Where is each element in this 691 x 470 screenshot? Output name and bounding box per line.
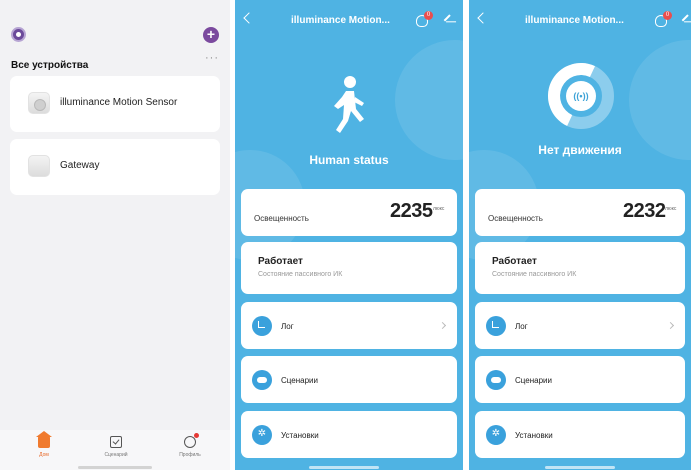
background-decoration bbox=[395, 40, 463, 160]
chevron-right-icon bbox=[438, 321, 447, 330]
sensor-detail-screen-2: illuminance Motion... 0 ((•)) Нет движен… bbox=[469, 0, 691, 470]
detail-header: illuminance Motion... 0 bbox=[235, 11, 463, 32]
toggle-icon bbox=[252, 370, 272, 390]
nav-label: Профиль bbox=[179, 452, 201, 458]
gear-icon bbox=[486, 425, 506, 445]
walking-person-icon bbox=[334, 76, 364, 133]
row-label: Сценарии bbox=[515, 376, 552, 385]
nav-label: Дом bbox=[39, 452, 49, 458]
device-card-motion-sensor[interactable]: illuminance Motion Sensor bbox=[10, 76, 220, 132]
chevron-right-icon bbox=[666, 321, 675, 330]
home-icon bbox=[36, 431, 52, 448]
settings-row[interactable]: Установки bbox=[475, 411, 685, 458]
back-arrow-icon[interactable] bbox=[477, 12, 489, 24]
nav-label: Сценарий bbox=[104, 452, 128, 458]
device-title: illuminance Motion... bbox=[525, 15, 624, 26]
detail-header: illuminance Motion... 0 bbox=[469, 11, 691, 32]
clock-icon bbox=[252, 316, 272, 336]
illuminance-card: Освещенность 2235 люкс bbox=[241, 189, 457, 236]
home-indicator bbox=[309, 466, 379, 469]
pir-status-subtitle: Состояние пассивного ИК bbox=[492, 271, 577, 278]
scenarios-row[interactable]: Сценарии bbox=[241, 356, 457, 403]
row-label: Сценарии bbox=[281, 376, 318, 385]
gear-icon bbox=[252, 425, 272, 445]
gateway-thumbnail bbox=[28, 155, 50, 177]
clock-icon bbox=[486, 316, 506, 336]
settings-row[interactable]: Установки bbox=[241, 411, 457, 458]
section-title: Все устройства bbox=[11, 60, 89, 71]
pir-status-card: Работает Состояние пассивного ИК bbox=[475, 242, 685, 294]
edit-pencil-icon[interactable] bbox=[443, 14, 451, 22]
home-header: + bbox=[11, 24, 219, 46]
notification-bulb-icon[interactable]: 0 bbox=[416, 11, 433, 27]
illuminance-unit: люкс bbox=[433, 206, 445, 212]
motion-sensor-thumbnail bbox=[28, 92, 50, 114]
nav-item-scenes[interactable]: Сценарий bbox=[86, 436, 146, 458]
row-label: Лог bbox=[515, 322, 528, 331]
device-name: illuminance Motion Sensor bbox=[60, 97, 178, 108]
checkbox-icon bbox=[110, 436, 122, 448]
illuminance-unit: люкс bbox=[665, 206, 677, 212]
notification-badge: 0 bbox=[424, 11, 433, 20]
device-name: Gateway bbox=[60, 160, 100, 171]
illuminance-label: Освещенность bbox=[254, 214, 309, 223]
motion-status: Нет движения bbox=[538, 143, 622, 157]
edit-pencil-icon[interactable] bbox=[681, 14, 689, 22]
bottom-navigation: Дом Сценарий Профиль bbox=[0, 430, 230, 470]
sensor-detail-screen-1: illuminance Motion... 0 Human status Осв… bbox=[235, 0, 463, 470]
log-row[interactable]: Лог bbox=[241, 302, 457, 349]
notification-badge: 0 bbox=[663, 11, 672, 20]
device-title: illuminance Motion... bbox=[291, 15, 390, 26]
illuminance-value: 2232 bbox=[623, 200, 666, 222]
pir-status-title: Работает bbox=[258, 256, 303, 267]
back-arrow-icon[interactable] bbox=[243, 12, 255, 24]
row-label: Установки bbox=[281, 431, 319, 440]
illuminance-value: 2235 bbox=[390, 200, 433, 222]
row-label: Установки bbox=[515, 431, 553, 440]
notification-bulb-icon[interactable]: 0 bbox=[655, 11, 672, 27]
background-decoration bbox=[629, 40, 691, 160]
profile-icon bbox=[184, 433, 199, 448]
scenarios-row[interactable]: Сценарии bbox=[475, 356, 685, 403]
add-device-button[interactable]: + bbox=[203, 27, 219, 43]
toggle-icon bbox=[486, 370, 506, 390]
home-avatar-icon[interactable] bbox=[11, 27, 26, 42]
home-indicator bbox=[78, 466, 152, 469]
pir-status-title: Работает bbox=[492, 256, 537, 267]
device-card-gateway[interactable]: Gateway bbox=[10, 139, 220, 195]
nav-item-home[interactable]: Дом bbox=[14, 431, 74, 458]
illuminance-card: Освещенность 2232 люкс bbox=[475, 189, 685, 236]
row-label: Лог bbox=[281, 322, 294, 331]
motion-ring-arc bbox=[538, 53, 624, 139]
pir-status-card: Работает Состояние пассивного ИК bbox=[241, 242, 457, 294]
more-icon[interactable]: ··· bbox=[205, 52, 219, 64]
home-screen: + Все устройства ··· illuminance Motion … bbox=[0, 0, 230, 470]
motion-status: Human status bbox=[309, 153, 389, 167]
pir-status-subtitle: Состояние пассивного ИК bbox=[258, 271, 343, 278]
log-row[interactable]: Лог bbox=[475, 302, 685, 349]
nav-item-profile[interactable]: Профиль bbox=[160, 433, 220, 458]
illuminance-label: Освещенность bbox=[488, 214, 543, 223]
devices-section-header: Все устройства ··· bbox=[11, 52, 219, 71]
home-indicator bbox=[545, 466, 615, 469]
